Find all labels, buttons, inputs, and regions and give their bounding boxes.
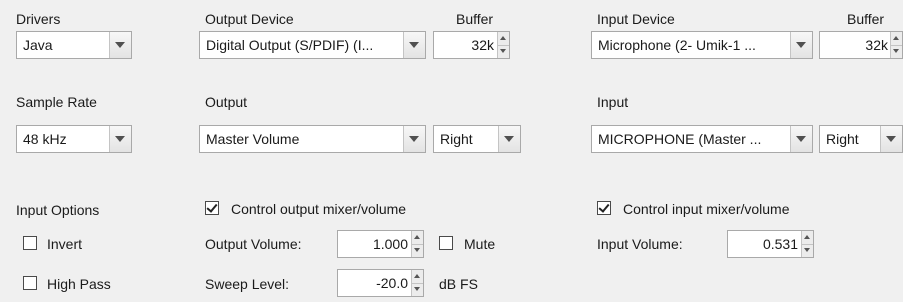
spinner-down-icon[interactable] — [891, 45, 902, 58]
spinner-buttons — [411, 270, 423, 296]
output-mixer-value: Master Volume — [206, 131, 300, 147]
spinner-up-icon[interactable] — [891, 32, 902, 46]
control-output-label: Control output mixer/volume — [231, 201, 407, 217]
spinner-down-icon[interactable] — [802, 244, 813, 257]
input-channel-value: Right — [826, 131, 859, 147]
output-channel-value: Right — [440, 131, 473, 147]
output-device-value: Digital Output (S/PDIF) (I... — [206, 37, 374, 53]
spinner-buttons — [411, 231, 423, 257]
input-mixer-value: MICROPHONE (Master ... — [598, 131, 762, 147]
drivers-label: Drivers — [16, 11, 61, 27]
spinner-buttons — [497, 32, 509, 58]
spinner-up-icon[interactable] — [802, 231, 813, 245]
spinner-up-icon[interactable] — [498, 32, 509, 46]
dropdown-arrow-icon[interactable] — [403, 126, 425, 152]
input-label: Input — [597, 94, 629, 110]
control-output-checkbox[interactable] — [205, 201, 219, 215]
control-input-label: Control input mixer/volume — [623, 201, 790, 217]
dropdown-arrow-icon[interactable] — [790, 32, 812, 58]
output-mixer-dropdown[interactable]: Master Volume — [199, 125, 426, 153]
sample-rate-dropdown[interactable]: 48 kHz — [16, 125, 132, 153]
dropdown-arrow-icon[interactable] — [109, 126, 131, 152]
output-volume-label: Output Volume: — [205, 236, 302, 252]
output-device-label: Output Device — [205, 11, 294, 27]
dropdown-arrow-icon[interactable] — [790, 126, 812, 152]
spinner-buttons — [801, 231, 813, 257]
sample-rate-label: Sample Rate — [16, 94, 97, 110]
sweep-level-spinner[interactable]: -20.0 — [337, 269, 424, 297]
input-channel-dropdown[interactable]: Right — [819, 125, 903, 153]
output-volume-spinner[interactable]: 1.000 — [337, 230, 424, 258]
input-device-label: Input Device — [597, 11, 675, 27]
output-volume-value: 1.000 — [372, 236, 408, 252]
output-label: Output — [205, 94, 248, 110]
spinner-up-icon[interactable] — [412, 231, 423, 245]
high-pass-label: High Pass — [47, 276, 111, 292]
spinner-buttons — [890, 32, 902, 58]
dropdown-arrow-icon[interactable] — [880, 126, 902, 152]
spinner-down-icon[interactable] — [498, 45, 509, 58]
invert-label: Invert — [47, 236, 83, 252]
output-channel-dropdown[interactable]: Right — [433, 125, 521, 153]
high-pass-checkbox[interactable] — [23, 276, 37, 290]
input-device-value: Microphone (2- Umik-1 ... — [598, 37, 756, 53]
dropdown-arrow-icon[interactable] — [109, 32, 131, 58]
sweep-level-value: -20.0 — [376, 275, 408, 291]
input-buffer-label: Buffer — [847, 11, 885, 27]
spinner-up-icon[interactable] — [412, 270, 423, 284]
input-volume-label: Input Volume: — [597, 236, 683, 252]
input-volume-value: 0.531 — [762, 236, 798, 252]
drivers-value: Java — [23, 37, 53, 53]
dropdown-arrow-icon[interactable] — [498, 126, 520, 152]
input-device-dropdown[interactable]: Microphone (2- Umik-1 ... — [591, 31, 813, 59]
drivers-dropdown[interactable]: Java — [16, 31, 132, 59]
input-buffer-value: 32k — [865, 37, 888, 53]
spinner-down-icon[interactable] — [412, 244, 423, 257]
input-mixer-dropdown[interactable]: MICROPHONE (Master ... — [591, 125, 813, 153]
sweep-level-label: Sweep Level: — [205, 276, 290, 292]
sweep-unit-label: dB FS — [439, 276, 478, 292]
spinner-down-icon[interactable] — [412, 283, 423, 296]
input-options-label: Input Options — [16, 202, 100, 218]
output-device-dropdown[interactable]: Digital Output (S/PDIF) (I... — [199, 31, 426, 59]
input-buffer-spinner[interactable]: 32k — [819, 31, 903, 59]
dropdown-arrow-icon[interactable] — [403, 32, 425, 58]
invert-checkbox[interactable] — [23, 236, 37, 250]
mute-label: Mute — [464, 236, 496, 252]
output-buffer-value: 32k — [471, 37, 494, 53]
control-input-checkbox[interactable] — [597, 201, 611, 215]
output-buffer-label: Buffer — [456, 11, 494, 27]
input-volume-spinner[interactable]: 0.531 — [727, 230, 814, 258]
mute-checkbox[interactable] — [439, 236, 453, 250]
sample-rate-value: 48 kHz — [23, 131, 67, 147]
output-buffer-spinner[interactable]: 32k — [433, 31, 510, 59]
